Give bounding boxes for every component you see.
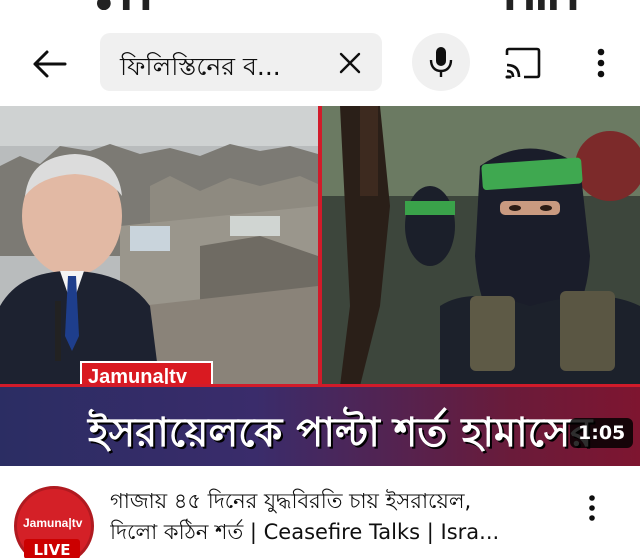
thumbnail-headline-band: ইসরায়েলকে পাল্টা শর্ত হামাসের — [0, 384, 640, 466]
search-input[interactable]: ফিলিস্তিনের ব... — [100, 33, 382, 91]
close-icon — [339, 52, 361, 74]
search-query-text: ফিলিস্তিনের ব... — [120, 52, 281, 81]
video-title[interactable]: গাজায় ৪৫ দিনের যুদ্ধবিরতি চায় ইসরায়েল… — [110, 486, 550, 548]
video-meta-row: Jamuna|tv LIVE গাজায় ৪৫ দিনের যুদ্ধবিরত… — [0, 466, 640, 558]
thumbnail-headline: ইসরায়েলকে পাল্টা শর্ত হামাসের — [88, 410, 593, 456]
voice-search-button[interactable] — [412, 33, 470, 91]
video-title-line-2: দিলো কঠিন শর্ত | Ceasefire Talks | Isra.… — [110, 520, 500, 544]
cast-button[interactable] — [500, 40, 546, 86]
video-title-line-1: গাজায় ৪৫ দিনের যুদ্ধবিরতি চায় ইসরায়েল… — [110, 489, 472, 513]
microphone-icon — [429, 47, 453, 77]
search-toolbar: ফিলিস্তিনের ব... — [0, 20, 640, 104]
video-thumbnail[interactable]: Jamuna|tv ইসরায়েলকে পাল্টা শর্ত হামাসের… — [0, 106, 640, 466]
status-icons-left: ● ▮ ▮ — [96, 0, 153, 10]
clear-search-button[interactable] — [332, 45, 368, 81]
live-badge: LIVE — [24, 539, 80, 558]
more-options-button[interactable] — [584, 40, 618, 86]
status-bar: ● ▮ ▮ ▮ ▮▮▮ ▮ — [0, 0, 640, 10]
more-vert-icon — [597, 48, 605, 78]
arrow-left-icon — [33, 50, 67, 78]
status-icons-right: ▮ ▮▮▮ ▮ — [505, 0, 580, 10]
video-more-button[interactable] — [578, 488, 606, 528]
more-vert-icon — [589, 495, 595, 521]
back-button[interactable] — [22, 42, 76, 86]
video-duration-badge: 1:05 — [570, 418, 634, 448]
cast-icon — [505, 47, 541, 79]
avatar-logo-text: Jamuna|tv — [23, 516, 83, 530]
